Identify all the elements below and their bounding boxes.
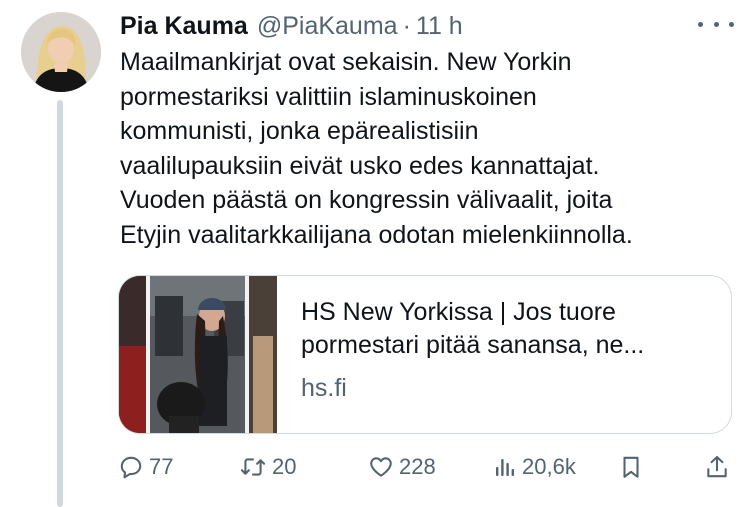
tweet-text: Maailmankirjat ovat sekaisin. New Yorkin… (120, 45, 735, 252)
tweet-text-line: Maailmankirjat ovat sekaisin. New Yorkin (120, 48, 572, 76)
bookmark-icon (623, 456, 639, 478)
action-bar: 77 20 228 20,6k (118, 448, 736, 486)
link-preview-domain: hs.fi (301, 374, 347, 402)
tweet-text-line: vaalilupauksiin eivät usko edes kannatta… (120, 151, 600, 180)
repost-count: 20 (272, 454, 297, 479)
tweet-text-line: kommunisti, jonka epärealistisiin (120, 117, 479, 145)
link-preview-image (119, 276, 277, 433)
link-preview-title: HS New Yorkissa | Jos tuore pormestari p… (301, 296, 711, 362)
thread-line (57, 100, 63, 507)
author-handle[interactable]: @PiaKauma (257, 9, 398, 43)
reply-count: 77 (149, 454, 174, 479)
heart-icon (370, 457, 392, 477)
bookmark-button[interactable] (618, 448, 644, 486)
like-count: 228 (399, 454, 436, 479)
tweet-time[interactable]: 11 h (416, 9, 463, 43)
reply-icon (120, 456, 142, 479)
avatar[interactable] (21, 12, 101, 92)
reply-button[interactable]: 77 (118, 448, 173, 486)
tweet-text-line: pormestariksi valittiin islaminuskoinen (120, 82, 537, 111)
tweet-text-line: Etyjin vaalitarkkailijana odotan mielenk… (120, 220, 633, 249)
separator-dot: · (402, 12, 411, 40)
avatar-photo (21, 12, 101, 92)
card-title-line: HS New Yorkissa | Jos tuore (301, 298, 616, 326)
share-button[interactable] (704, 448, 730, 486)
views-icon (496, 459, 514, 476)
repost-button[interactable]: 20 (239, 448, 296, 486)
card-title-line: pormestari pitää sanansa, ne... (301, 331, 645, 359)
like-button[interactable]: 228 (368, 448, 436, 486)
tweet-text-line: Vuoden päästä on kongressin välivaalit, … (120, 186, 613, 214)
views-button[interactable]: 20,6k (493, 448, 576, 486)
tweet-header: Pia Kauma @PiaKauma · 11 h (120, 9, 463, 43)
repost-icon (240, 458, 266, 476)
views-count: 20,6k (522, 454, 576, 479)
share-icon (707, 456, 727, 478)
link-preview-card[interactable]: HS New Yorkissa | Jos tuore pormestari p… (118, 275, 732, 434)
more-horizontal-icon[interactable] (698, 12, 734, 36)
author-name[interactable]: Pia Kauma (120, 9, 248, 43)
